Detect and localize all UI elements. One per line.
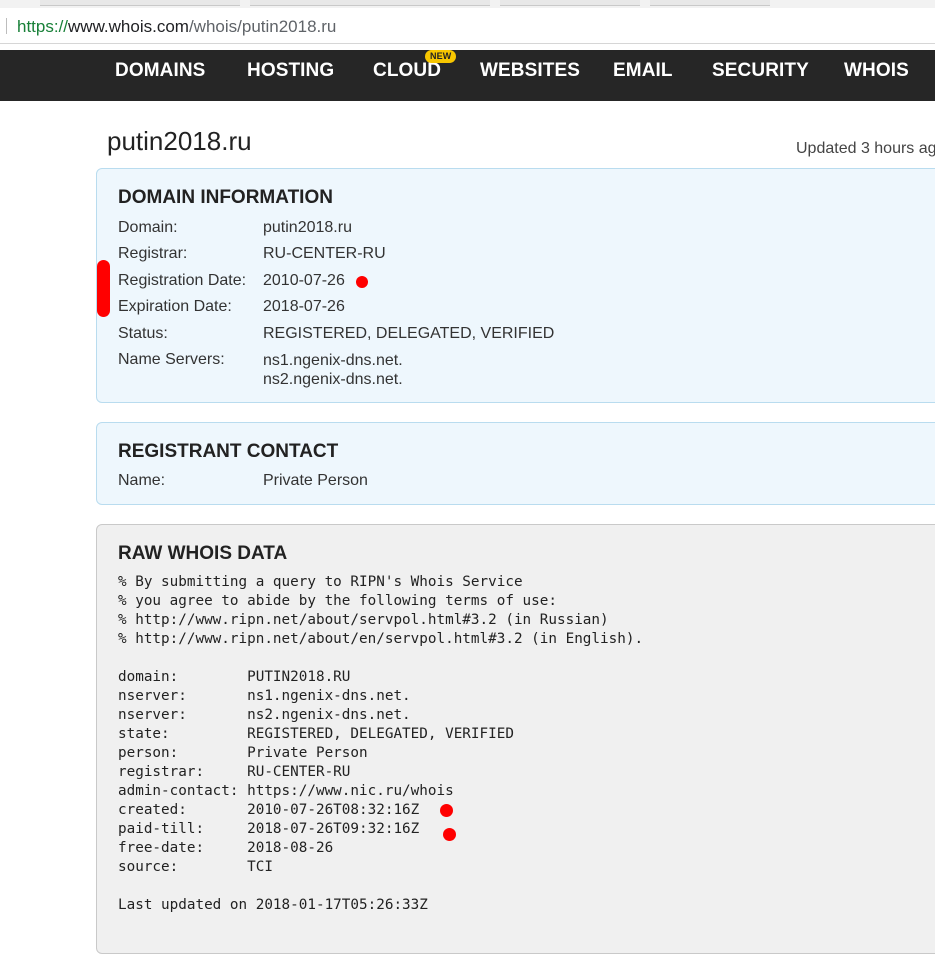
nav-domains[interactable]: DOMAINS	[115, 60, 205, 82]
url-host: www.whois.com	[68, 17, 189, 36]
raw-whois-title: RAW WHOIS DATA	[118, 543, 288, 564]
registration-date-label: Registration Date:	[118, 272, 247, 289]
registrant-name-value: Private Person	[263, 472, 368, 489]
annotation-dot-created	[440, 804, 453, 817]
address-bar[interactable]: https://www.whois.com/whois/putin2018.ru	[0, 8, 935, 44]
nav-cloud[interactable]: CLOUD NEW	[373, 50, 457, 82]
browser-tab[interactable]	[500, 0, 640, 6]
domain-information-panel: DOMAIN INFORMATION Domain: putin2018.ru …	[96, 168, 935, 403]
domain-label: Domain:	[118, 219, 178, 236]
status-label: Status:	[118, 325, 168, 342]
page-title: putin2018.ru	[107, 126, 252, 156]
annotation-dot-paid-till	[443, 828, 456, 841]
browser-tab[interactable]	[250, 0, 490, 6]
url-path: /whois/putin2018.ru	[188, 17, 337, 36]
new-badge: NEW	[425, 50, 457, 63]
name-server-2: ns2.ngenix-dns.net.	[263, 371, 403, 388]
main-nav: DOMAINS HOSTING CLOUD NEW WEBSITES EMAIL…	[0, 50, 935, 101]
registrar-label: Registrar:	[118, 245, 188, 262]
nav-websites[interactable]: WEBSITES	[480, 60, 580, 82]
domain-value: putin2018.ru	[263, 219, 352, 236]
address-bar-edge	[6, 18, 7, 34]
nav-security[interactable]: SECURITY	[712, 60, 809, 82]
annotation-bar-marker	[97, 260, 110, 317]
browser-tab[interactable]	[650, 0, 770, 6]
registrant-contact-title: REGISTRANT CONTACT	[118, 441, 339, 462]
annotation-dot-registration	[356, 276, 368, 288]
browser-tab-strip	[0, 0, 935, 8]
nav-cloud-label: CLOUD	[373, 60, 442, 81]
raw-whois-panel: RAW WHOIS DATA % By submitting a query t…	[96, 524, 935, 954]
domain-information-title: DOMAIN INFORMATION	[118, 187, 333, 208]
nav-email[interactable]: EMAIL	[613, 60, 673, 82]
expiration-date-label: Expiration Date:	[118, 298, 232, 315]
nav-hosting[interactable]: HOSTING	[247, 60, 334, 82]
updated-text: Updated 3 hours ago	[796, 140, 935, 157]
browser-tab[interactable]	[40, 0, 240, 6]
url-scheme: https://	[17, 17, 69, 36]
status-value: REGISTERED, DELEGATED, VERIFIED	[263, 325, 555, 342]
registrant-name-label: Name:	[118, 472, 166, 489]
registrar-value: RU-CENTER-RU	[263, 245, 386, 262]
expiration-date-value: 2018-07-26	[263, 298, 345, 315]
registration-date-value: 2010-07-26	[263, 272, 345, 289]
raw-whois-text: % By submitting a query to RIPN's Whois …	[118, 574, 644, 913]
nav-whois[interactable]: WHOIS	[844, 60, 909, 82]
name-servers-label: Name Servers:	[118, 351, 225, 368]
registrant-contact-panel: REGISTRANT CONTACT Name: Private Person	[96, 422, 935, 505]
url-text[interactable]: https://www.whois.com/whois/putin2018.ru	[17, 17, 336, 37]
name-server-1: ns1.ngenix-dns.net.	[263, 352, 403, 369]
